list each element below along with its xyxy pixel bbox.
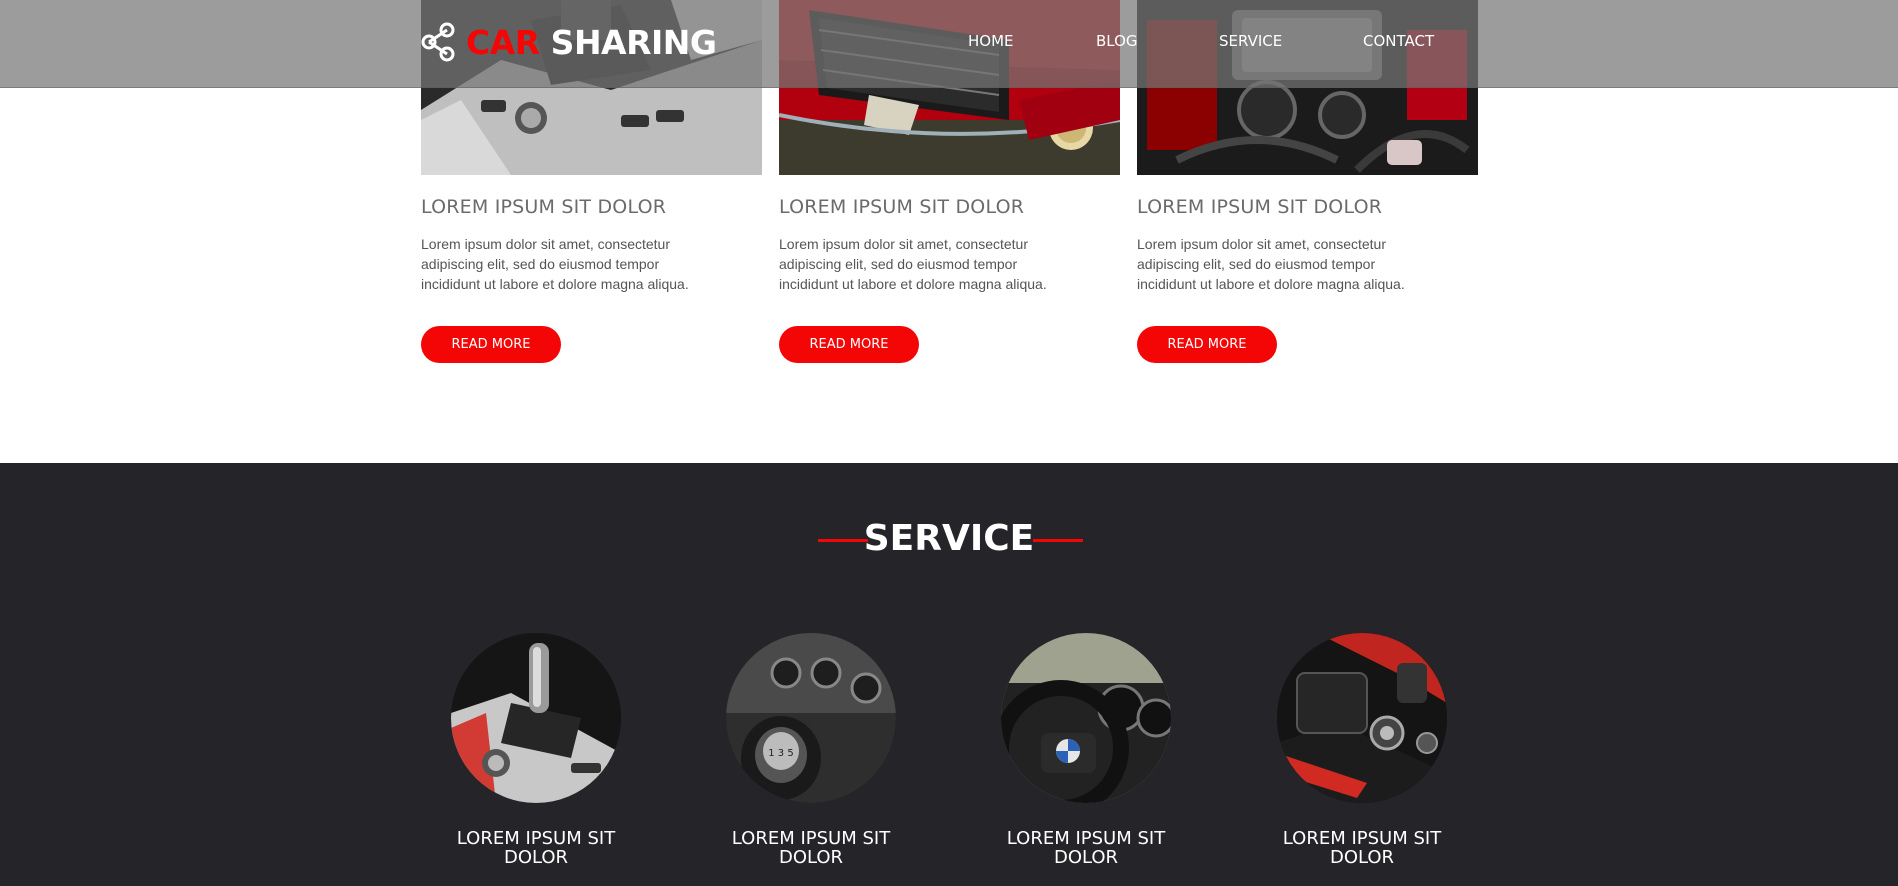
read-more-button[interactable]: READ MORE	[421, 326, 561, 363]
service-item: LOREM IPSUM SIT DOLOR	[391, 633, 681, 867]
blog-card-title: LOREM IPSUM SIT DOLOR	[1137, 196, 1383, 218]
service-image-center-console[interactable]	[1277, 633, 1447, 803]
service-title: LOREM IPSUM SIT DOLOR	[1006, 828, 1166, 868]
read-more-button[interactable]: READ MORE	[779, 326, 919, 363]
blog-card-text: Lorem ipsum dolor sit amet, consectetur …	[421, 236, 689, 292]
service-title: LOREM IPSUM SIT DOLOR	[731, 828, 891, 868]
nav-home[interactable]: HOME	[968, 32, 1014, 50]
logo-link[interactable]: CAR SHARING	[420, 20, 717, 64]
nav-contact[interactable]: CONTACT	[1363, 32, 1434, 50]
service-title: LOREM IPSUM SIT DOLOR	[1282, 828, 1442, 868]
service-section: SERVICE LOREM IPSUM SIT DOLOR 1 3 5 LORE…	[0, 463, 1898, 886]
brand-word-car: CAR	[466, 22, 540, 62]
blog-card-title: LOREM IPSUM SIT DOLOR	[779, 196, 1025, 218]
service-image-steering-wheel[interactable]	[1001, 633, 1171, 803]
blog-card-title: LOREM IPSUM SIT DOLOR	[421, 196, 667, 218]
blog-card-text: Lorem ipsum dolor sit amet, consectetur …	[1137, 236, 1405, 292]
heading-divider-right	[1033, 539, 1083, 542]
nav-service[interactable]: SERVICE	[1219, 32, 1282, 50]
site-header: CAR SHARING HOME BLOG SERVICE CONTACT	[0, 0, 1898, 88]
share-icon	[420, 22, 456, 62]
brand-word-sharing: SHARING	[550, 22, 717, 62]
nav-blog[interactable]: BLOG	[1096, 32, 1138, 50]
service-image-automatic-shifter[interactable]	[451, 633, 621, 803]
service-item: 1 3 5 LOREM IPSUM SIT DOLOR	[666, 633, 956, 867]
blog-card-text: Lorem ipsum dolor sit amet, consectetur …	[779, 236, 1047, 292]
svg-text:1 3 5: 1 3 5	[768, 748, 793, 759]
service-image-manual-gear-knob[interactable]: 1 3 5	[726, 633, 896, 803]
service-item: LOREM IPSUM SIT DOLOR	[941, 633, 1231, 867]
service-item: LOREM IPSUM SIT DOLOR	[1217, 633, 1507, 867]
service-title: LOREM IPSUM SIT DOLOR	[456, 828, 616, 868]
service-heading: SERVICE	[863, 518, 1035, 559]
read-more-button[interactable]: READ MORE	[1137, 326, 1277, 363]
brand-name: CAR SHARING	[466, 23, 717, 62]
